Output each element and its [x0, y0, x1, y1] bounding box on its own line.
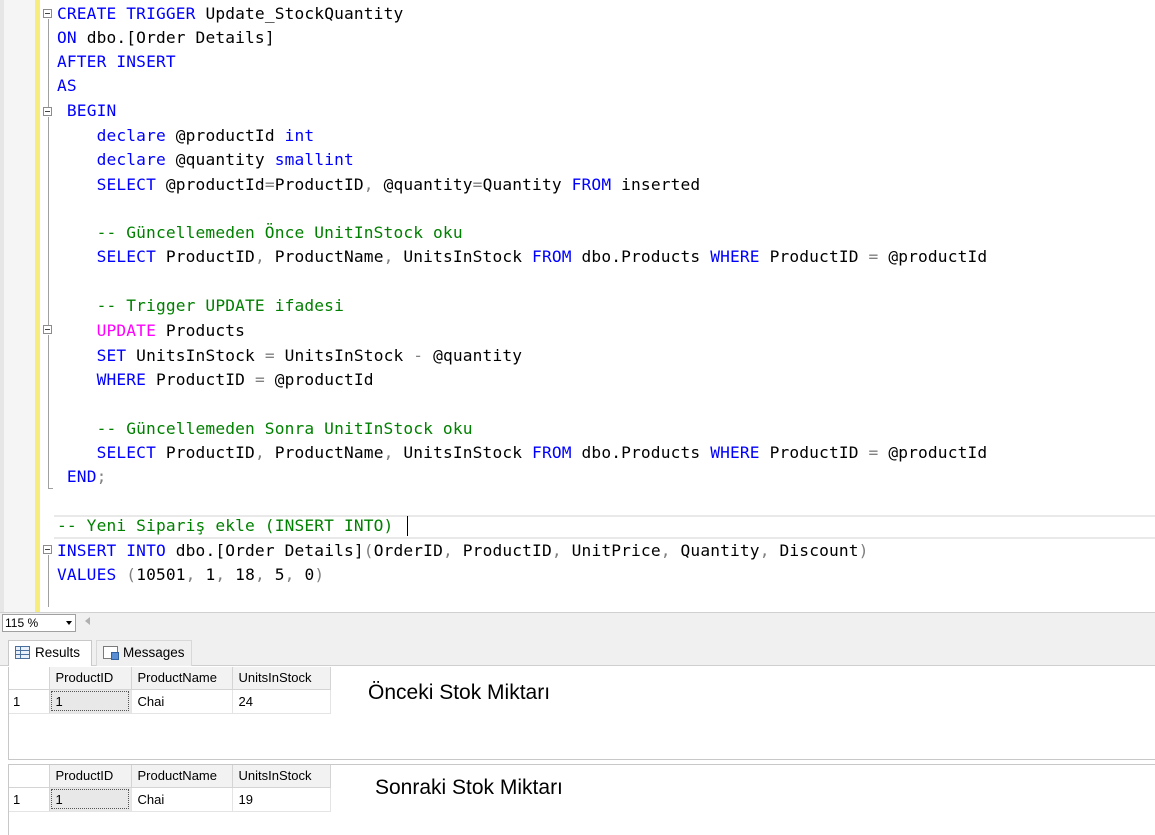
column-header[interactable]: UnitsInStock	[232, 765, 331, 788]
zoom-value: 115 %	[5, 616, 39, 630]
code-line: AS	[57, 74, 77, 98]
code-line: CREATE TRIGGER Update_StockQuantity	[57, 2, 403, 26]
column-header[interactable]: ProductName	[131, 765, 233, 788]
tab-messages[interactable]: Messages	[96, 640, 192, 666]
code-line-text: UPDATE Products	[96, 321, 246, 340]
code-line-text: -- Güncellemeden Önce UnitInStock oku	[57, 223, 463, 242]
sql-editor[interactable]: CREATE TRIGGER Update_StockQuantity ON d…	[0, 0, 1155, 612]
code-line: ON dbo.[Order Details]	[57, 26, 275, 50]
change-marker-bar	[35, 0, 40, 612]
code-line-text: VALUES (10501, 1, 18, 5, 0)	[57, 565, 325, 584]
code-line: INSERT INTO dbo.[Order Details](OrderID,…	[57, 539, 869, 563]
code-line-text: INSERT INTO dbo.[Order Details](OrderID,…	[57, 541, 869, 560]
code-line: SET UnitsInStock = UnitsInStock - @quant…	[57, 344, 522, 368]
tab-results-label: Results	[35, 645, 81, 660]
annotation-after: Sonraki Stok Miktarı	[375, 776, 563, 799]
code-line: AFTER INSERT	[57, 50, 176, 74]
result-table[interactable]: ProductID ProductName UnitsInStock 1 1 C…	[9, 765, 331, 812]
table-cell[interactable]: 1	[49, 787, 132, 812]
editor-status-bar	[0, 612, 1155, 634]
column-header[interactable]: ProductID	[49, 765, 132, 788]
text-caret	[407, 516, 408, 536]
code-line-text: SELECT @productId=ProductID, @quantity=Q…	[96, 175, 701, 194]
chevron-down-icon	[66, 621, 72, 625]
code-line: declare @quantity smallint	[57, 148, 354, 172]
code-line-text: CREATE TRIGGER Update_StockQuantity	[57, 4, 404, 23]
table-cell[interactable]: 1	[49, 689, 132, 714]
code-line: -- Yeni Sipariş ekle (INSERT INTO)	[57, 514, 393, 538]
messages-icon	[103, 646, 119, 660]
code-line-text: ON dbo.[Order Details]	[57, 28, 275, 47]
editor-margin	[4, 0, 38, 612]
code-line: UPDATE Products	[57, 319, 245, 343]
code-line-text: SET UnitsInStock = UnitsInStock - @quant…	[96, 346, 523, 365]
column-header[interactable]: ProductID	[49, 667, 132, 690]
code-line: END;	[57, 465, 107, 489]
code-line-text: -- Yeni Sipariş ekle (INSERT INTO)	[57, 516, 394, 535]
fold-toggle-icon[interactable]	[43, 325, 52, 334]
result-grid-after[interactable]: ProductID ProductName UnitsInStock 1 1 C…	[8, 764, 1155, 835]
table-header-row: ProductID ProductName UnitsInStock	[9, 667, 331, 690]
code-line-text: -- Trigger UPDATE ifadesi	[57, 296, 344, 315]
fold-end-marker	[48, 488, 53, 489]
table-row[interactable]: 1 1 Chai 19	[9, 787, 331, 812]
code-line: WHERE ProductID = @productId	[57, 368, 374, 392]
fold-guide	[48, 335, 49, 488]
row-number[interactable]: 1	[9, 787, 50, 812]
fold-toggle-icon[interactable]	[43, 545, 52, 554]
row-number[interactable]: 1	[9, 689, 50, 714]
code-line: SELECT ProductID, ProductName, UnitsInSt…	[57, 245, 988, 269]
grid-icon	[15, 646, 30, 659]
zoom-dropdown[interactable]: 115 %	[2, 614, 76, 632]
code-line: BEGIN	[57, 99, 116, 123]
scroll-left-icon[interactable]	[85, 617, 90, 625]
code-line: -- Trigger UPDATE ifadesi	[57, 294, 344, 318]
table-cell[interactable]: 24	[232, 689, 331, 714]
fold-toggle-icon[interactable]	[43, 107, 52, 116]
tab-messages-label: Messages	[123, 645, 185, 660]
code-line: VALUES (10501, 1, 18, 5, 0)	[57, 563, 324, 587]
code-line: -- Güncellemeden Sonra UnitInStock oku	[57, 417, 473, 441]
fold-toggle-icon[interactable]	[43, 9, 52, 18]
code-line-text: SELECT ProductID, ProductName, UnitsInSt…	[96, 247, 988, 266]
code-line-text: -- Güncellemeden Sonra UnitInStock oku	[57, 419, 473, 438]
table-cell[interactable]: 19	[232, 787, 331, 812]
fold-guide	[48, 117, 49, 325]
annotation-before: Önceki Stok Miktarı	[368, 681, 551, 704]
code-line-text: SELECT ProductID, ProductName, UnitsInSt…	[96, 443, 988, 462]
table-cell[interactable]: Chai	[131, 787, 233, 812]
row-header-corner	[9, 765, 50, 788]
code-line-text: WHERE ProductID = @productId	[96, 370, 374, 389]
code-line-text: END;	[66, 467, 107, 486]
table-row[interactable]: 1 1 Chai 24	[9, 689, 331, 714]
column-header[interactable]: UnitsInStock	[232, 667, 331, 690]
row-header-corner	[9, 667, 50, 690]
code-line: SELECT ProductID, ProductName, UnitsInSt…	[57, 441, 988, 465]
fold-guide	[48, 19, 49, 107]
result-grid-before[interactable]: ProductID ProductName UnitsInStock 1 1 C…	[8, 667, 1155, 760]
tab-results[interactable]: Results	[8, 640, 92, 666]
column-header[interactable]: ProductName	[131, 667, 233, 690]
fold-guide	[48, 555, 49, 607]
code-line: -- Güncellemeden Önce UnitInStock oku	[57, 221, 463, 245]
code-line: SELECT @productId=ProductID, @quantity=Q…	[57, 173, 701, 197]
code-line-text: declare @productId int	[96, 126, 315, 145]
code-line-text: AFTER INSERT	[57, 52, 176, 71]
code-line-text: BEGIN	[66, 101, 117, 120]
table-header-row: ProductID ProductName UnitsInStock	[9, 765, 331, 788]
result-table[interactable]: ProductID ProductName UnitsInStock 1 1 C…	[9, 667, 331, 714]
code-line-text: AS	[57, 76, 77, 95]
code-line-text: declare @quantity smallint	[96, 150, 354, 169]
table-cell[interactable]: Chai	[131, 689, 233, 714]
code-line: declare @productId int	[57, 124, 315, 148]
